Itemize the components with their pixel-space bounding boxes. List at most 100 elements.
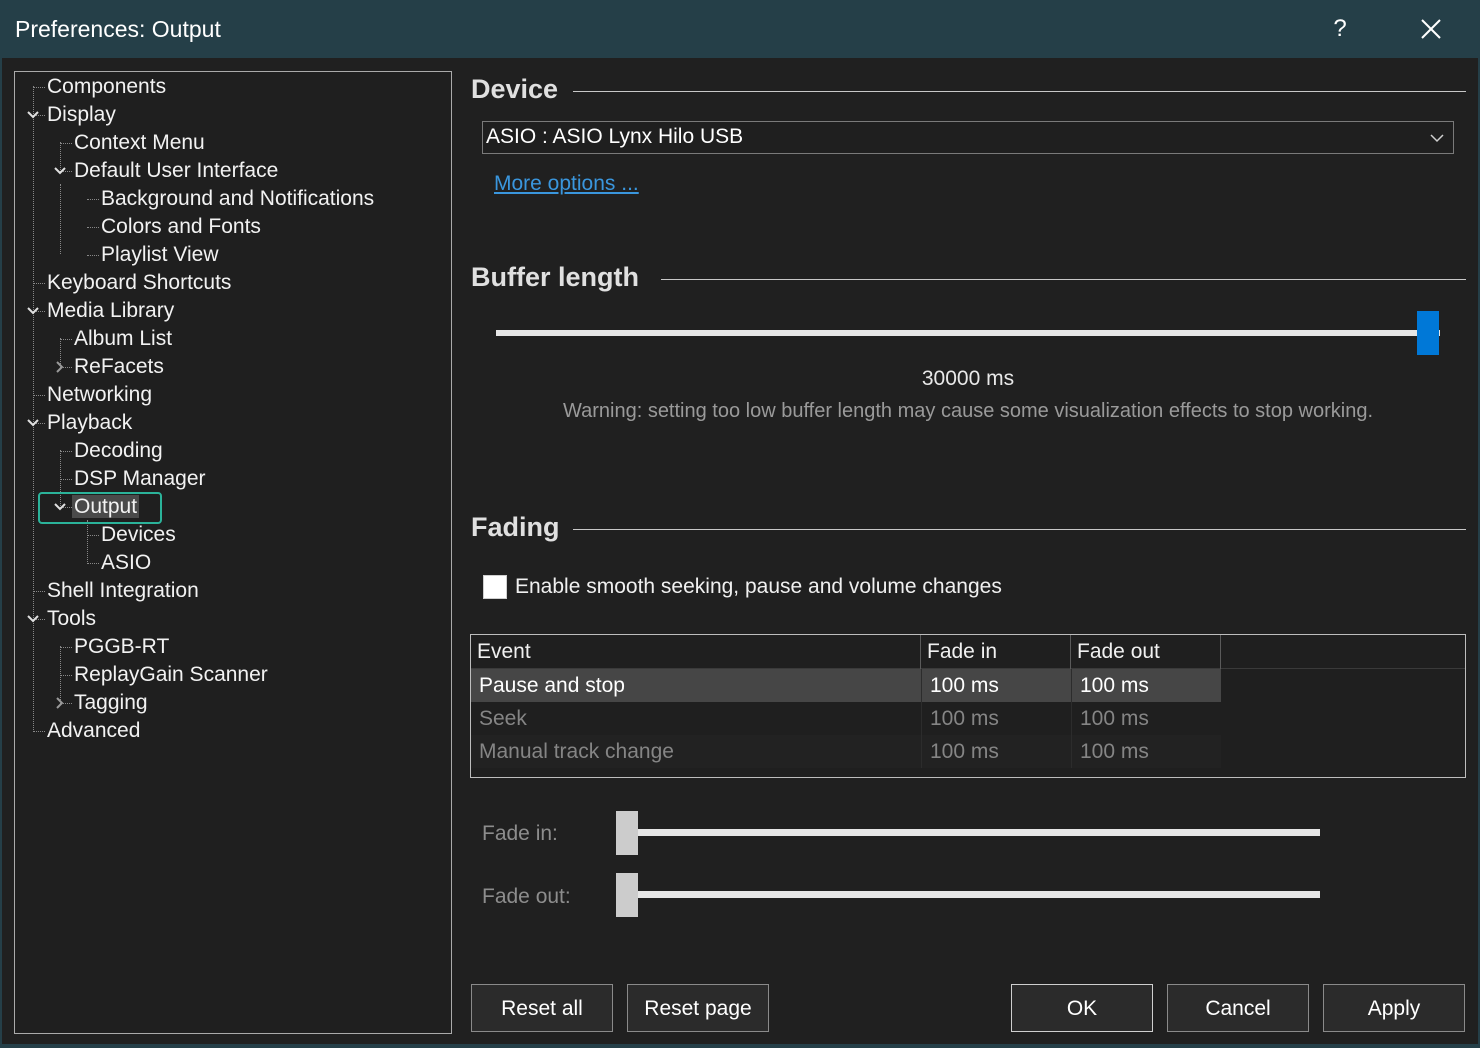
- tree-guide-line: [87, 535, 99, 536]
- tree-item-label: Shell Integration: [47, 579, 199, 602]
- fade-in-slider-track[interactable]: [626, 829, 1320, 836]
- tree-item-label: Display: [47, 103, 116, 126]
- tree-item-tagging[interactable]: Tagging: [72, 689, 150, 717]
- buffer-warning-text: Warning: setting too low buffer length m…: [562, 400, 1374, 422]
- tree-guide-line: [87, 255, 99, 256]
- table-cell-event: Seek: [479, 707, 527, 730]
- tree-guide-line: [33, 86, 34, 730]
- tree-item-colors-and-fonts[interactable]: Colors and Fonts: [99, 213, 263, 241]
- tree-item-components[interactable]: Components: [45, 73, 168, 101]
- tree-item-media-library[interactable]: Media Library: [45, 297, 176, 325]
- tree-item-tools[interactable]: Tools: [45, 605, 98, 633]
- smooth-fading-checkbox[interactable]: [483, 575, 507, 599]
- tree-item-replaygain-scanner[interactable]: ReplayGain Scanner: [72, 661, 270, 689]
- table-cell-fade-out: 100 ms: [1071, 735, 1221, 768]
- table-row[interactable]: Pause and stop 100 ms 100 ms: [471, 669, 1221, 702]
- table-cell-fade-out: 100 ms: [1071, 702, 1221, 735]
- help-button[interactable]: ?: [1320, 8, 1360, 50]
- tree-item-label: ReplayGain Scanner: [74, 663, 268, 686]
- tree-guide-line: [60, 143, 72, 144]
- tree-guide-line: [60, 479, 72, 480]
- chevron-down-icon[interactable]: [26, 612, 40, 626]
- tree-guide-line: [60, 646, 61, 702]
- tree-item-label: Background and Notifications: [101, 187, 375, 210]
- table-cell-event: Pause and stop: [479, 674, 625, 697]
- cancel-button[interactable]: Cancel: [1167, 984, 1309, 1032]
- tree-item-label: Keyboard Shortcuts: [47, 271, 232, 294]
- title-bar: Preferences: Output ?: [0, 0, 1480, 58]
- tree-item-devices[interactable]: Devices: [99, 521, 178, 549]
- table-cell-fade-out: 100 ms: [1071, 669, 1221, 702]
- tree-item-display[interactable]: Display: [45, 101, 118, 129]
- tree-item-networking[interactable]: Networking: [45, 381, 154, 409]
- reset-all-button[interactable]: Reset all: [471, 984, 613, 1032]
- fading-header: Fading: [471, 512, 560, 542]
- device-rule: [573, 91, 1466, 92]
- tree-guide-line: [33, 395, 45, 396]
- tree-guide-line: [60, 675, 72, 676]
- tree-item-label: Tagging: [74, 691, 148, 714]
- tree-item-advanced[interactable]: Advanced: [45, 717, 142, 745]
- chevron-down-icon: [1430, 134, 1444, 143]
- device-header: Device: [471, 74, 559, 104]
- chevron-down-icon[interactable]: [26, 304, 40, 318]
- tree-item-shell-integration[interactable]: Shell Integration: [45, 577, 201, 605]
- buffer-length-rule: [661, 279, 1466, 280]
- tree-item-asio[interactable]: ASIO: [99, 549, 153, 577]
- output-device-select[interactable]: ASIO : ASIO Lynx Hilo USB: [482, 121, 1454, 154]
- tree-item-default-user-interface[interactable]: Default User Interface: [72, 157, 280, 185]
- tree-item-background-and-notifications[interactable]: Background and Notifications: [99, 185, 376, 213]
- chevron-down-icon[interactable]: [26, 416, 40, 430]
- table-cell-fade-in: 100 ms: [921, 669, 1071, 702]
- table-row[interactable]: Seek 100 ms 100 ms: [471, 702, 1221, 735]
- tree-item-label: Devices: [101, 523, 176, 546]
- window-title: Preferences: Output: [15, 16, 221, 42]
- table-row[interactable]: Manual track change 100 ms 100 ms: [471, 735, 1221, 768]
- fading-table: Event Fade in Fade out Pause and stop 10…: [470, 634, 1466, 778]
- tree-item-pggb-rt[interactable]: PGGB-RT: [72, 633, 171, 661]
- chevron-right-icon[interactable]: [53, 696, 67, 710]
- tree-item-decoding[interactable]: Decoding: [72, 437, 165, 465]
- reset-page-button[interactable]: Reset page: [627, 984, 769, 1032]
- ok-button[interactable]: OK: [1011, 984, 1153, 1032]
- tree-item-album-list[interactable]: Album List: [72, 325, 174, 353]
- tree-item-context-menu[interactable]: Context Menu: [72, 129, 207, 157]
- chevron-right-icon[interactable]: [53, 360, 67, 374]
- tree-guide-line: [87, 563, 99, 564]
- table-cell-fade-in: 100 ms: [921, 702, 1071, 735]
- tree-item-label: ASIO: [101, 551, 152, 574]
- tree-item-label: ReFacets: [74, 355, 164, 378]
- column-header-event[interactable]: Event: [471, 635, 921, 669]
- buffer-slider-thumb[interactable]: [1417, 311, 1439, 355]
- tree-item-label: Playback: [47, 411, 133, 434]
- tree-item-label: Album List: [74, 327, 173, 350]
- fade-in-label: Fade in:: [482, 822, 558, 845]
- tree-item-keyboard-shortcuts[interactable]: Keyboard Shortcuts: [45, 269, 233, 297]
- buffer-length-header: Buffer length: [471, 262, 639, 292]
- tree-guide-line: [60, 451, 72, 452]
- close-button[interactable]: [1408, 8, 1454, 50]
- tree-item-label: Context Menu: [74, 131, 205, 154]
- buffer-slider-track[interactable]: [496, 330, 1440, 336]
- column-header-fade-in[interactable]: Fade in: [921, 635, 1071, 669]
- table-cell-event: Manual track change: [479, 740, 674, 763]
- tree-item-refacets[interactable]: ReFacets: [72, 353, 166, 381]
- smooth-fading-label[interactable]: Enable smooth seeking, pause and volume …: [515, 575, 1002, 599]
- tree-item-label: Default User Interface: [74, 159, 279, 182]
- column-header-fade-out[interactable]: Fade out: [1071, 635, 1221, 669]
- fade-out-slider-track[interactable]: [626, 891, 1320, 898]
- tree-item-playlist-view[interactable]: Playlist View: [99, 241, 221, 269]
- fade-in-slider-thumb[interactable]: [616, 811, 638, 855]
- fade-out-slider-thumb[interactable]: [616, 873, 638, 917]
- output-device-value: ASIO : ASIO Lynx Hilo USB: [486, 125, 744, 148]
- tree-item-label: Networking: [47, 383, 153, 406]
- chevron-down-icon[interactable]: [53, 164, 67, 178]
- tree-item-playback[interactable]: Playback: [45, 409, 134, 437]
- chevron-down-icon[interactable]: [26, 108, 40, 122]
- tree-item-dsp-manager[interactable]: DSP Manager: [72, 465, 208, 493]
- more-options-link[interactable]: More options ...: [494, 172, 639, 196]
- preferences-window: Preferences: Output ? Components Display C…: [0, 0, 1480, 1048]
- apply-button[interactable]: Apply: [1323, 984, 1465, 1032]
- fade-out-label: Fade out:: [482, 885, 571, 908]
- table-cell-fade-in: 100 ms: [921, 735, 1071, 768]
